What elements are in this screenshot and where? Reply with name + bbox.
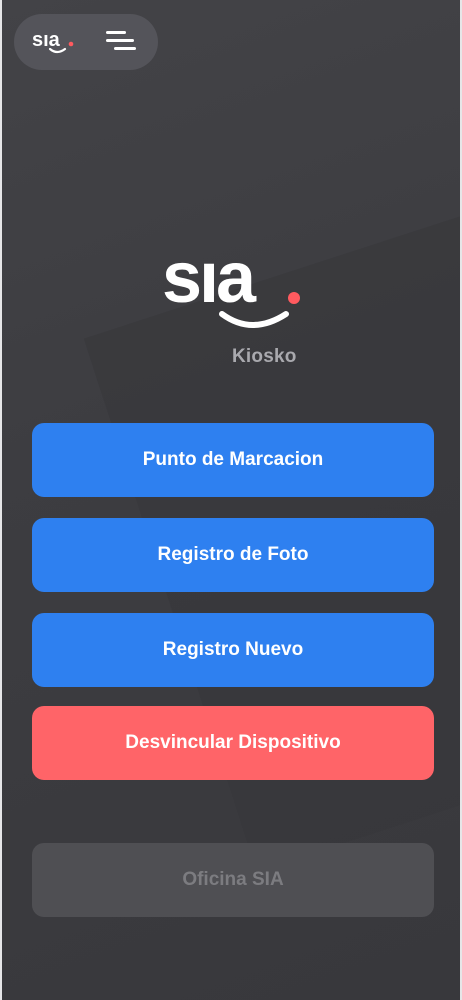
registro-de-foto-button[interactable]: Registro de Foto <box>32 518 434 592</box>
top-bar: sıa <box>14 14 158 70</box>
menu-button[interactable] <box>102 26 142 58</box>
menu-icon <box>106 31 136 50</box>
punto-de-marcacion-button[interactable]: Punto de Marcacion <box>32 423 434 497</box>
desvincular-dispositivo-button[interactable]: Desvincular Dispositivo <box>32 706 434 780</box>
svg-text:sıa: sıa <box>32 29 61 51</box>
sia-logo-icon: sıa <box>32 29 74 54</box>
svg-text:sıa: sıa <box>162 246 257 318</box>
oficina-sia-button[interactable]: Oficina SIA <box>32 843 434 917</box>
sia-logo: sıa <box>162 246 300 328</box>
kiosko-label: Kiosko <box>232 346 297 367</box>
registro-nuevo-button[interactable]: Registro Nuevo <box>32 613 434 687</box>
kiosk-screen: sıa sıa Kiosko Punto de Marcacion Regist… <box>2 0 460 1000</box>
